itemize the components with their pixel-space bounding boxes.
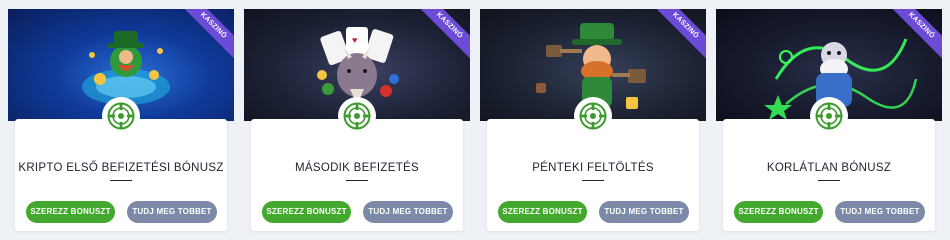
learn-more-button[interactable]: TUDJ MEG TOBBET bbox=[599, 201, 689, 223]
card-badge bbox=[338, 97, 376, 135]
card-panel: KRIPTO ELSŐ BEFIZETÉSI BÓNUSZ SZEREZZ BO… bbox=[15, 97, 227, 231]
card-panel: MÁSODIK BEFIZETÉS SZEREZZ BONUSZT TUDJ M… bbox=[251, 97, 463, 231]
get-bonus-button[interactable]: SZEREZZ BONUSZT bbox=[262, 201, 351, 223]
card-title: KRIPTO ELSŐ BEFIZETÉSI BÓNUSZ bbox=[18, 162, 224, 174]
learn-more-button[interactable]: TUDJ MEG TOBBET bbox=[127, 201, 217, 223]
get-bonus-button[interactable]: SZEREZZ BONUSZT bbox=[734, 201, 823, 223]
casino-chip-icon bbox=[107, 102, 135, 130]
bonus-card-grid: KASZINÓ KRIPTO ELSŐ BEFIZETÉSI BÓNUSZ SZ… bbox=[0, 0, 950, 240]
title-divider bbox=[110, 180, 132, 181]
card-title: MÁSODIK BEFIZETÉS bbox=[295, 162, 419, 174]
bonus-card: KASZINÓ KORLÁTLAN BÓNUSZ SZEREZZ BONUSZT… bbox=[716, 9, 942, 231]
title-divider bbox=[818, 180, 840, 181]
learn-more-button[interactable]: TUDJ MEG TOBBET bbox=[363, 201, 453, 223]
get-bonus-button[interactable]: SZEREZZ BONUSZT bbox=[26, 201, 115, 223]
card-title: PÉNTEKI FELTÖLTÉS bbox=[532, 162, 654, 174]
casino-chip-icon bbox=[815, 102, 843, 130]
get-bonus-button[interactable]: SZEREZZ BONUSZT bbox=[498, 201, 587, 223]
bonus-card: ♥ KASZINÓ MÁSODIK BEFIZETÉS SZEREZZ BONU… bbox=[244, 9, 470, 231]
card-badge bbox=[574, 97, 612, 135]
card-badge bbox=[810, 97, 848, 135]
card-panel: PÉNTEKI FELTÖLTÉS SZEREZZ BONUSZT TUDJ M… bbox=[487, 97, 699, 231]
casino-chip-icon bbox=[579, 102, 607, 130]
learn-more-button[interactable]: TUDJ MEG TOBBET bbox=[835, 201, 925, 223]
title-divider bbox=[582, 180, 604, 181]
card-title: KORLÁTLAN BÓNUSZ bbox=[766, 162, 892, 174]
bonus-card: KASZINÓ PÉNTEKI FELTÖLTÉS SZEREZZ BONUSZ… bbox=[480, 9, 706, 231]
casino-chip-icon bbox=[343, 102, 371, 130]
card-panel: KORLÁTLAN BÓNUSZ SZEREZZ BONUSZT TUDJ ME… bbox=[723, 97, 935, 231]
card-badge bbox=[102, 97, 140, 135]
svg-text:♥: ♥ bbox=[352, 35, 357, 45]
title-divider bbox=[346, 180, 368, 181]
bonus-card: KASZINÓ KRIPTO ELSŐ BEFIZETÉSI BÓNUSZ SZ… bbox=[8, 9, 234, 231]
